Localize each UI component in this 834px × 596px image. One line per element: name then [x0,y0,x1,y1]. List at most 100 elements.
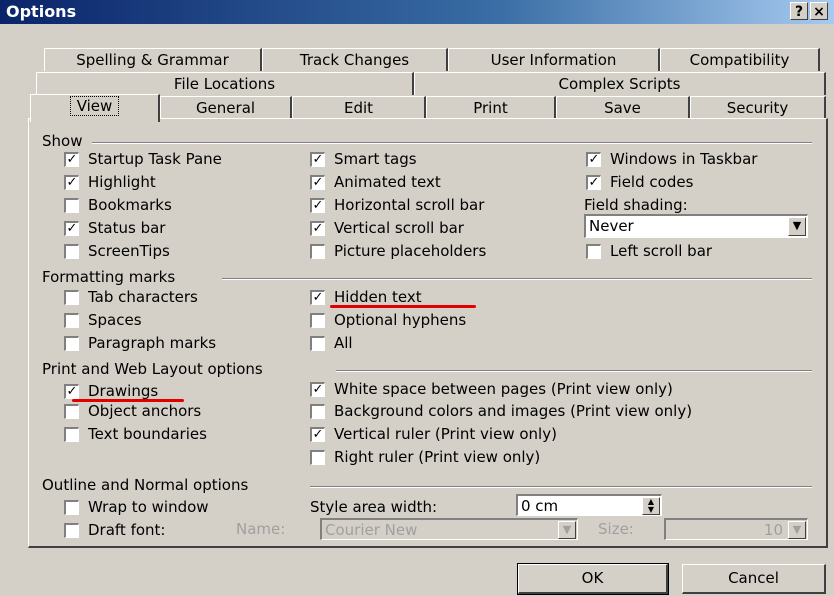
checkbox[interactable] [64,500,79,515]
option-label: Vertical ruler (Print view only) [334,425,557,443]
tab-compatibility[interactable]: Compatibility [660,48,820,71]
option-label: Startup Task Pane [88,150,222,168]
group-outline-label: Outline and Normal options [42,476,249,494]
checkbox[interactable] [64,336,79,351]
checkbox[interactable] [586,244,601,259]
option-label: Status bar [88,219,166,237]
tab-save[interactable]: Save [556,96,690,119]
checkbox[interactable] [64,427,79,442]
option-label: Vertical scroll bar [334,219,464,237]
option-label: Horizontal scroll bar [334,196,485,214]
option-label: Left scroll bar [610,242,713,260]
title-bar: Options ? × [0,0,834,24]
option-label: Tab characters [88,288,198,306]
group-formatting-label: Formatting marks [42,268,176,286]
cancel-button[interactable]: Cancel [682,564,826,594]
draft-font-size-select[interactable]: 10 ▼ [664,518,808,540]
checkbox[interactable]: ✓ [310,175,325,190]
option-label: Animated text [334,173,441,191]
option-label: Hidden text [334,288,422,306]
checkbox[interactable] [64,244,79,259]
checkbox[interactable]: ✓ [586,175,601,190]
help-button[interactable]: ? [790,2,808,20]
option-label: Smart tags [334,150,417,168]
tab-view[interactable]: View [30,94,160,122]
option-label: Field codes [610,173,694,191]
checkbox[interactable]: ✓ [310,152,325,167]
style-area-label: Style area width: [310,498,438,516]
checkbox[interactable] [64,404,79,419]
tab-print[interactable]: Print [426,96,556,119]
field-shading-value: Never [589,217,634,235]
option-label: Object anchors [88,402,202,420]
group-divider [92,142,812,144]
tab-file-locations[interactable]: File Locations [36,72,414,95]
option-label: Background colors and images (Print view… [334,402,693,420]
option-label: Bookmarks [88,196,172,214]
option-label: Draft font: [88,521,166,539]
checkbox[interactable] [64,290,79,305]
draft-font-name-select[interactable]: Courier New ▼ [320,518,578,540]
checkbox[interactable]: ✓ [310,427,325,442]
style-area-value: 0 cm [521,497,559,515]
option-label: Text boundaries [88,425,207,443]
checkbox[interactable]: ✓ [64,152,79,167]
style-area-input[interactable]: 0 cm ▲ ▼ [516,494,662,516]
checkbox[interactable]: ✓ [586,152,601,167]
checkbox[interactable] [64,198,79,213]
tab-track-changes[interactable]: Track Changes [262,48,448,71]
tab-general[interactable]: General [160,96,292,119]
option-label: Spaces [88,311,142,329]
checkbox[interactable]: ✓ [310,382,325,397]
group-divider [310,486,812,488]
option-label: ScreenTips [88,242,170,260]
option-label: All [334,334,353,352]
close-button[interactable]: × [810,2,828,20]
field-shading-select[interactable]: Never ▼ [584,214,808,238]
option-label: Paragraph marks [88,334,217,352]
tab-user-information[interactable]: User Information [448,48,660,71]
checkbox[interactable] [310,404,325,419]
option-label: Picture placeholders [334,242,487,260]
size-label: Size: [598,520,634,538]
group-divider [222,278,812,280]
chevron-down-icon[interactable]: ▼ [558,521,576,539]
tab-complex-scripts[interactable]: Complex Scripts [414,72,826,95]
ok-button[interactable]: OK [517,563,669,595]
option-label: Highlight [88,173,156,191]
tab-view-label: View [69,96,120,116]
name-label: Name: [236,520,286,538]
group-divider [336,370,812,372]
chevron-down-icon[interactable]: ▼ [788,217,806,236]
tab-spelling-grammar[interactable]: Spelling & Grammar [44,48,262,71]
checkbox[interactable] [64,523,79,538]
draft-font-name-value: Courier New [325,521,418,539]
checkbox[interactable]: ✓ [64,175,79,190]
red-underline-annotation [330,305,476,308]
chevron-down-icon[interactable]: ▼ [788,521,806,539]
options-dialog: Options ? × Spelling & Grammar Track Cha… [0,0,834,596]
group-show-label: Show [42,132,83,150]
checkbox[interactable] [310,450,325,465]
dialog-title: Options [6,2,77,21]
checkbox[interactable]: ✓ [64,384,79,399]
option-label: Optional hyphens [334,311,467,329]
group-print-web-label: Print and Web Layout options [42,360,263,378]
option-label: Wrap to window [88,498,209,516]
checkbox[interactable]: ✓ [310,290,325,305]
spinner-arrows-icon[interactable]: ▲ ▼ [642,497,660,515]
field-shading-label: Field shading: [584,196,688,214]
option-label: Windows in Taskbar [610,150,758,168]
draft-font-size-value: 10 [763,521,783,539]
tab-security[interactable]: Security [690,96,826,119]
option-label: Drawings [88,382,159,400]
checkbox[interactable]: ✓ [310,198,325,213]
checkbox[interactable] [64,313,79,328]
checkbox[interactable] [310,313,325,328]
checkbox[interactable]: ✓ [64,221,79,236]
checkbox[interactable] [310,244,325,259]
option-label: Right ruler (Print view only) [334,448,541,466]
checkbox[interactable]: ✓ [310,221,325,236]
tab-edit[interactable]: Edit [292,96,426,119]
checkbox[interactable] [310,336,325,351]
